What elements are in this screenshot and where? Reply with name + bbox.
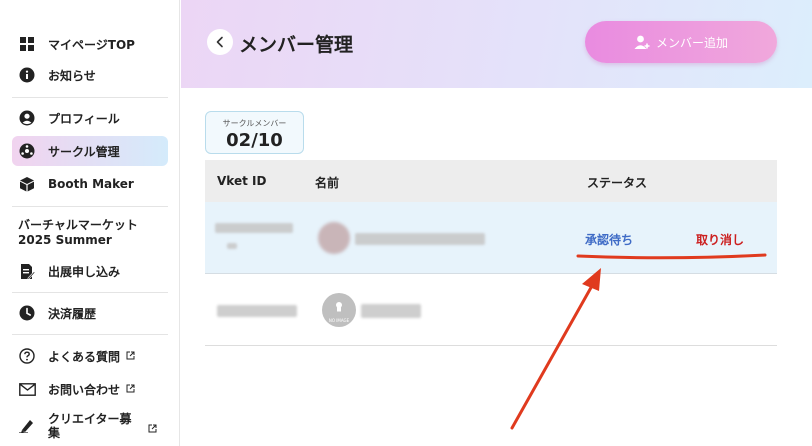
event-title-line1: バーチャルマーケット <box>18 218 138 232</box>
blurred-vket-id <box>217 305 297 317</box>
column-header-vket-id: Vket ID <box>217 174 267 188</box>
sidebar-item-circle-management[interactable]: サークル管理 <box>12 136 168 166</box>
sidebar-item-label: お問い合わせ <box>48 382 121 397</box>
grid-icon <box>18 35 36 53</box>
blurred-vket-id-extra <box>227 243 237 249</box>
blurred-member-name <box>361 304 421 318</box>
sidebar-item-faq[interactable]: よくある質問 <box>12 341 168 371</box>
sidebar-item-label: 出展申し込み <box>48 264 121 279</box>
column-header-name: 名前 <box>315 176 340 190</box>
sidebar-item-contact[interactable]: お問い合わせ <box>12 374 168 404</box>
divider <box>12 292 168 293</box>
external-link-icon <box>126 382 135 396</box>
no-image-icon <box>333 298 345 317</box>
box-icon <box>18 175 36 193</box>
divider <box>12 206 168 207</box>
table-row: 承認待ち 取り消し <box>205 202 777 274</box>
blurred-member-name <box>355 233 485 245</box>
sidebar-item-label: サークル管理 <box>48 144 120 159</box>
sidebar-item-creator-recruitment[interactable]: クリエイター募集 <box>12 410 168 444</box>
cancel-button[interactable]: 取り消し <box>696 231 744 248</box>
sidebar-item-label: よくある質問 <box>48 349 121 364</box>
pen-icon <box>18 416 36 434</box>
sidebar-item-mypage-top[interactable]: マイページTOP <box>12 29 168 59</box>
question-icon <box>18 347 36 365</box>
divider <box>12 97 168 98</box>
status-pending-text: 承認待ち <box>585 233 634 247</box>
chevron-left-icon <box>215 33 225 52</box>
clock-icon <box>18 304 36 322</box>
blurred-vket-id <box>215 223 293 233</box>
table-header: Vket ID 名前 ステータス <box>205 160 777 202</box>
back-button[interactable] <box>207 29 233 55</box>
table-row: NO IMAGE <box>205 274 777 346</box>
sidebar-item-label: クリエイター募集 <box>48 412 132 440</box>
mail-icon <box>18 380 36 398</box>
sidebar-item-label: マイページTOP <box>48 37 135 52</box>
sidebar-item-label: 決済履歴 <box>48 306 97 321</box>
sidebar-item-news[interactable]: お知らせ <box>12 60 168 90</box>
page-title: メンバー管理 <box>239 34 354 56</box>
divider <box>12 334 168 335</box>
document-edit-icon <box>18 262 36 280</box>
avatar-placeholder: NO IMAGE <box>322 293 356 327</box>
sidebar-item-booth-maker[interactable]: Booth Maker <box>12 169 168 199</box>
no-image-text: NO IMAGE <box>328 317 350 323</box>
sidebar-item-payment-history[interactable]: 決済履歴 <box>12 298 168 328</box>
user-icon <box>18 109 36 127</box>
add-member-label: メンバー追加 <box>655 35 728 50</box>
add-user-icon <box>634 34 650 50</box>
column-header-status: ステータス <box>587 176 648 190</box>
info-icon <box>18 66 36 84</box>
external-link-icon <box>148 422 157 436</box>
event-title-line2: 2025 Summer <box>18 233 112 247</box>
sidebar-item-label: お知らせ <box>48 68 96 83</box>
sidebar-item-label: プロフィール <box>48 111 120 126</box>
external-link-icon <box>126 349 135 363</box>
page-header: メンバー管理 メンバー追加 <box>181 0 812 88</box>
sidebar-item-exhibit-application[interactable]: 出展申し込み <box>12 256 168 286</box>
event-section-title: バーチャルマーケット 2025 Summer <box>18 218 138 248</box>
sidebar-item-label: Booth Maker <box>48 177 134 191</box>
sidebar-item-profile[interactable]: プロフィール <box>12 103 168 133</box>
circle-group-icon <box>18 142 36 160</box>
sidebar: マイページTOP お知らせ プロフィール サークル管理 Booth Maker … <box>0 0 180 446</box>
avatar <box>318 222 350 254</box>
add-member-button[interactable]: メンバー追加 <box>585 21 777 63</box>
member-count-value: 02/10 <box>226 130 283 151</box>
member-count-label: サークルメンバー <box>222 119 287 128</box>
member-count-box: サークルメンバー 02/10 <box>205 111 304 154</box>
